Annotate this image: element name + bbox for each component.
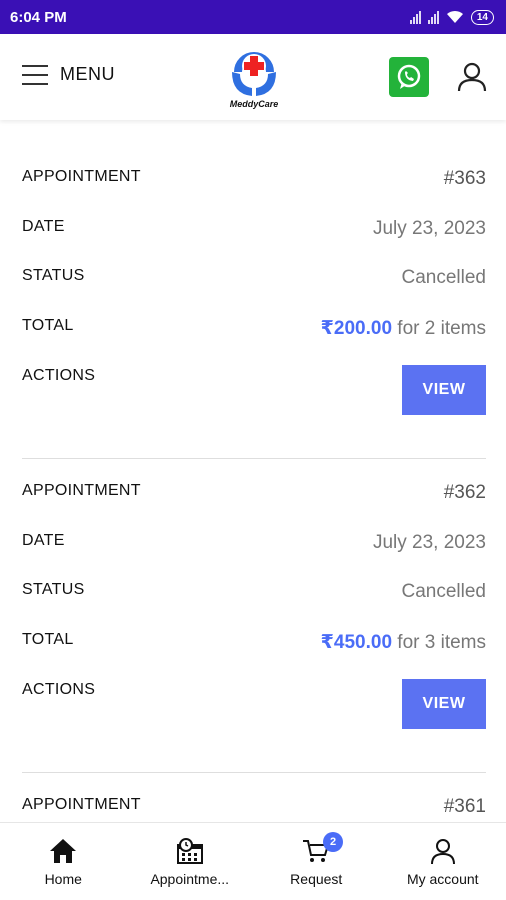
appointment-row: APPOINTMENT #362 xyxy=(22,482,486,504)
items-count: for 3 items xyxy=(397,632,486,653)
cart-badge: 2 xyxy=(323,832,343,852)
home-icon xyxy=(50,839,77,863)
items-count: for 2 items xyxy=(397,318,486,339)
signal-icon xyxy=(409,10,421,24)
appointment-label: APPOINTMENT xyxy=(22,482,141,499)
appointments-list: APPOINTMENT #363 DATE July 23, 2023 STAT… xyxy=(0,120,506,822)
total-label: TOTAL xyxy=(22,631,74,648)
divider xyxy=(22,458,486,459)
whatsapp-icon xyxy=(397,64,421,89)
date-row: DATE July 23, 2023 xyxy=(22,532,486,554)
battery-icon: 14 xyxy=(470,9,494,25)
total-row: TOTAL ₹450.00 for 3 items xyxy=(22,631,486,654)
nav-label: My account xyxy=(406,871,479,887)
status-value: Cancelled xyxy=(401,267,487,288)
appointment-label: APPOINTMENT xyxy=(22,168,141,185)
nav-label: Request xyxy=(290,871,343,887)
nav-label: Home xyxy=(44,871,82,887)
total-value: ₹450.00 for 3 items xyxy=(321,631,486,654)
date-value: July 23, 2023 xyxy=(372,218,486,239)
signal-icon-2 xyxy=(427,10,439,24)
appointment-number: #363 xyxy=(443,168,486,189)
view-button[interactable]: VIEW xyxy=(402,679,486,729)
appointment-label: APPOINTMENT xyxy=(22,796,141,813)
user-icon xyxy=(430,839,455,865)
status-bar: 6:04 PM 14 xyxy=(0,0,506,34)
price: ₹450.00 xyxy=(320,632,393,653)
date-value: July 23, 2023 xyxy=(372,532,486,553)
meddycare-logo[interactable]: MeddyCare xyxy=(219,42,289,110)
nav-item-home[interactable]: Home xyxy=(0,823,127,900)
total-row: TOTAL ₹200.00 for 2 items xyxy=(22,317,486,340)
appointment-row: APPOINTMENT #363 xyxy=(22,168,486,190)
actions-label: ACTIONS xyxy=(22,681,96,698)
nav-item-account[interactable]: My account xyxy=(380,823,506,900)
status-row: STATUS Cancelled xyxy=(22,267,486,289)
status-label: STATUS xyxy=(22,581,85,598)
whatsapp-button[interactable] xyxy=(389,57,429,97)
divider xyxy=(22,772,486,773)
account-button[interactable] xyxy=(455,60,489,94)
appointment-calendar-icon xyxy=(176,838,203,864)
status-row: STATUS Cancelled xyxy=(22,581,486,603)
nav-label: Appointme... xyxy=(150,871,230,887)
date-label: DATE xyxy=(22,532,65,549)
logo-text: MeddyCare xyxy=(229,99,279,109)
status-time: 6:04 PM xyxy=(10,8,67,26)
actions-label: ACTIONS xyxy=(22,367,96,384)
bottom-nav: Home Appointme... 2 Request My account xyxy=(0,822,506,900)
hamburger-icon xyxy=(22,64,48,85)
user-icon xyxy=(457,62,487,92)
view-button[interactable]: VIEW xyxy=(402,365,486,415)
app-header: MENU MeddyCare xyxy=(0,34,506,120)
total-label: TOTAL xyxy=(22,317,74,334)
logo-icon xyxy=(232,52,276,96)
nav-item-appointments[interactable]: Appointme... xyxy=(127,823,254,900)
status-icons: 14 xyxy=(409,9,494,25)
wifi-icon xyxy=(446,10,463,23)
appointment-number: #361 xyxy=(443,796,486,817)
menu-label: MENU xyxy=(60,64,115,84)
menu-button[interactable]: MENU xyxy=(22,64,115,85)
status-label: STATUS xyxy=(22,267,85,284)
price: ₹200.00 xyxy=(320,318,393,339)
total-value: ₹200.00 for 2 items xyxy=(321,317,486,340)
nav-item-request[interactable]: 2 Request xyxy=(253,823,380,900)
date-row: DATE July 23, 2023 xyxy=(22,218,486,240)
status-value: Cancelled xyxy=(401,581,487,602)
date-label: DATE xyxy=(22,218,65,235)
appointment-row: APPOINTMENT #361 xyxy=(22,796,486,818)
appointment-number: #362 xyxy=(443,482,486,503)
